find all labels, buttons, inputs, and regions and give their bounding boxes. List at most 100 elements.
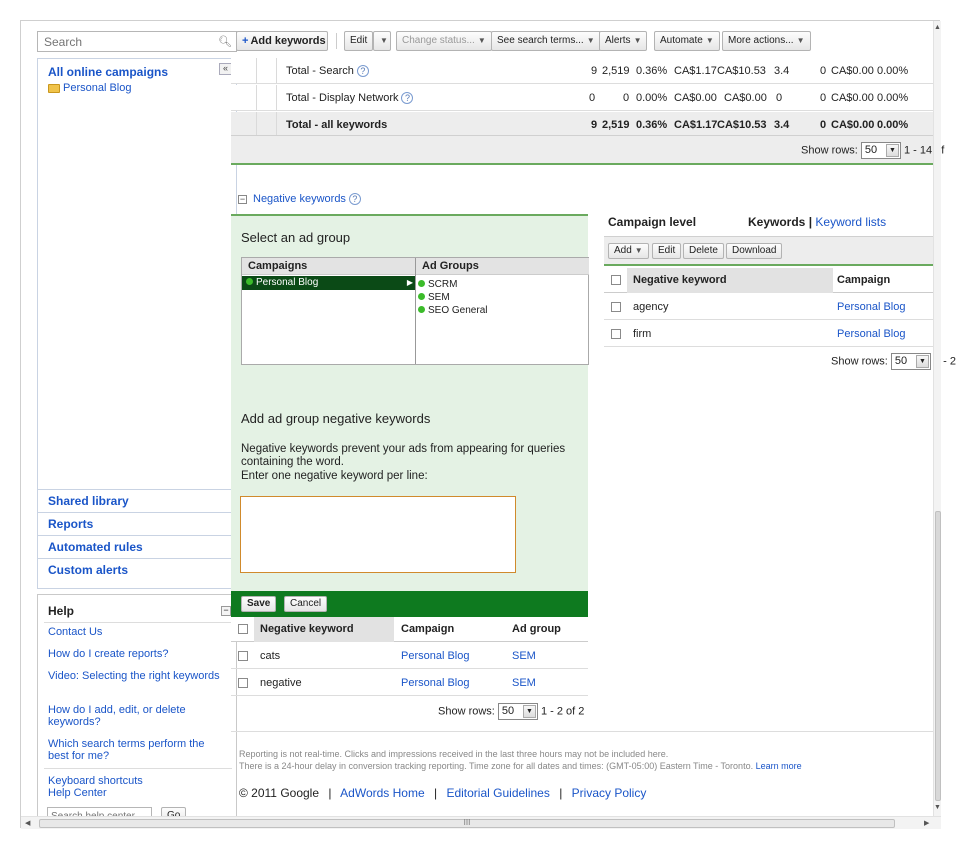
table-row: firm Personal Blog xyxy=(604,321,934,347)
column-header-ad-group[interactable]: Ad group xyxy=(512,617,561,642)
campaign-option-selected[interactable]: Personal Blog ▶ xyxy=(242,276,415,290)
keyword-cell: cats xyxy=(260,650,281,662)
ad-group-option[interactable]: SCRM xyxy=(418,279,457,290)
row-checkbox[interactable] xyxy=(238,651,248,661)
cpc-cell: CA$1.17 xyxy=(674,65,717,77)
campaign-link[interactable]: Personal Blog xyxy=(401,677,470,689)
help-icon[interactable]: ? xyxy=(401,92,414,104)
keyword-cell: firm xyxy=(633,328,652,340)
help-icon[interactable]: ? xyxy=(356,65,369,77)
campaign-link[interactable]: Personal Blog xyxy=(401,650,470,662)
alerts-button[interactable]: Alerts ▼ xyxy=(599,31,648,51)
show-rows-select[interactable]: 50 ▼ xyxy=(890,353,931,370)
campaign-tree-item[interactable]: Personal Blog xyxy=(48,82,132,94)
scroll-up-icon[interactable]: ▲ xyxy=(934,24,941,31)
divider xyxy=(336,33,337,49)
edit-dropdown-button[interactable]: ▼ xyxy=(373,31,391,51)
negative-keywords-header[interactable]: − Negative keywords ? xyxy=(238,193,361,205)
vertical-scrollbar[interactable]: ▲ ▼ xyxy=(933,21,941,816)
negative-keywords-title[interactable]: Negative keywords xyxy=(253,193,346,205)
show-rows-control: Show rows: 50 ▼ 1 - 14 of xyxy=(801,142,944,159)
cost-per-conversion-cell: CA$0.00 xyxy=(831,92,874,104)
more-actions-button[interactable]: More actions... ▼ xyxy=(722,31,811,51)
tab-keyword-lists[interactable]: Keyword lists xyxy=(815,215,886,229)
cost-cell: CA$10.53 xyxy=(717,65,766,77)
change-status-button[interactable]: Change status... ▼ xyxy=(396,31,492,51)
column-header-campaign[interactable]: Campaign xyxy=(837,268,890,293)
conversion-rate-cell: 0.00% xyxy=(877,65,909,77)
collapse-icon[interactable]: − xyxy=(238,194,247,204)
column-header-campaign[interactable]: Campaign xyxy=(401,617,454,642)
impressions-cell: 2,519 xyxy=(602,119,630,131)
keyword-cell: agency xyxy=(633,301,669,313)
ad-group-option[interactable]: SEM xyxy=(418,292,450,303)
editorial-guidelines-link[interactable]: Editorial Guidelines xyxy=(446,786,549,800)
status-enabled-icon xyxy=(418,280,425,287)
sidebar-item-automated-rules[interactable]: Automated rules xyxy=(48,540,143,554)
sidebar-item-shared-library[interactable]: Shared library xyxy=(48,494,129,508)
keyboard-shortcuts-link[interactable]: Keyboard shortcuts xyxy=(48,775,223,787)
save-button[interactable]: Save xyxy=(241,596,277,612)
footer-links: © 2011 Google | AdWords Home | Editorial… xyxy=(239,786,646,800)
delete-button[interactable]: Delete xyxy=(683,243,724,259)
sidebar-item-reports[interactable]: Reports xyxy=(48,517,93,531)
show-rows-select[interactable]: 50 ▼ xyxy=(860,142,901,159)
chevron-down-icon: ▼ xyxy=(796,36,805,45)
scroll-right-icon[interactable]: ▶ xyxy=(924,819,929,827)
add-keywords-button[interactable]: + Add keywords xyxy=(236,31,328,51)
automate-button[interactable]: Automate ▼ xyxy=(654,31,720,51)
column-header-negative-keyword[interactable]: Negative keyword xyxy=(627,268,833,293)
select-all-checkbox[interactable] xyxy=(238,624,248,634)
ad-group-link[interactable]: SEM xyxy=(512,677,536,689)
see-search-terms-button[interactable]: See search terms... ▼ xyxy=(491,31,601,51)
campaign-link[interactable]: Personal Blog xyxy=(837,328,906,340)
row-range: 1 - 2 of 2 xyxy=(540,705,585,718)
campaign-search-input[interactable] xyxy=(38,32,208,51)
row-checkbox[interactable] xyxy=(238,678,248,688)
minimize-help-button[interactable]: − xyxy=(221,606,231,616)
campaign-tree-panel: All online campaigns « Personal Blog Sha… xyxy=(37,58,237,589)
horizontal-scroll-thumb[interactable]: III xyxy=(39,819,895,828)
show-rows-label: Show rows: xyxy=(438,705,495,718)
download-button[interactable]: Download xyxy=(726,243,783,259)
campaign-link[interactable]: Personal Blog xyxy=(63,82,132,94)
campaign-link[interactable]: Personal Blog xyxy=(837,301,906,313)
help-link-search-terms[interactable]: Which search terms perform the best for … xyxy=(48,738,223,762)
cancel-button[interactable]: Cancel xyxy=(284,596,328,612)
add-button[interactable]: Add ▼ xyxy=(608,243,649,259)
sidebar-item-custom-alerts[interactable]: Custom alerts xyxy=(48,563,128,577)
row-checkbox[interactable] xyxy=(611,302,621,312)
scroll-down-icon[interactable]: ▼ xyxy=(934,804,941,811)
edit-button[interactable]: Edit xyxy=(344,31,374,51)
help-link-contact[interactable]: Contact Us xyxy=(48,626,223,638)
show-rows-select[interactable]: 50 ▼ xyxy=(497,703,538,720)
help-link-video[interactable]: Video: Selecting the right keywords xyxy=(48,670,223,682)
help-link-reports[interactable]: How do I create reports? xyxy=(48,648,223,660)
select-all-checkbox[interactable] xyxy=(611,275,621,285)
copyright: © 2011 Google xyxy=(239,786,320,800)
vertical-scroll-thumb[interactable] xyxy=(935,511,941,801)
ad-group-negatives-panel: Select an ad group Campaigns Ad Groups P… xyxy=(231,214,589,591)
help-link-keywords[interactable]: How do I add, edit, or delete keywords? xyxy=(48,704,223,728)
all-online-campaigns-link[interactable]: All online campaigns xyxy=(48,65,168,79)
tab-keywords[interactable]: Keywords xyxy=(748,215,805,229)
save-bar: Save Cancel xyxy=(231,591,588,617)
tab-separator: | xyxy=(808,215,813,229)
scroll-left-icon[interactable]: ◀ xyxy=(25,819,30,827)
ad-group-option[interactable]: SEO General xyxy=(418,305,487,316)
horizontal-scrollbar[interactable]: ◀ III ▶ xyxy=(21,816,941,829)
conversion-rate-cell: 0.00% xyxy=(877,119,909,131)
edit-button[interactable]: Edit xyxy=(652,243,682,259)
negative-keywords-textarea[interactable] xyxy=(240,496,516,573)
search-icon[interactable]: 🔍︎ xyxy=(218,35,232,48)
campaign-search[interactable]: 🔍︎ xyxy=(37,31,237,52)
adwords-home-link[interactable]: AdWords Home xyxy=(340,786,424,800)
row-checkbox[interactable] xyxy=(611,329,621,339)
divider xyxy=(415,258,416,364)
privacy-policy-link[interactable]: Privacy Policy xyxy=(572,786,647,800)
column-header-negative-keyword[interactable]: Negative keyword xyxy=(254,617,394,642)
learn-more-link[interactable]: Learn more xyxy=(756,761,802,771)
help-center-link[interactable]: Help Center xyxy=(48,787,223,799)
ad-group-link[interactable]: SEM xyxy=(512,650,536,662)
help-icon[interactable]: ? xyxy=(348,193,361,205)
